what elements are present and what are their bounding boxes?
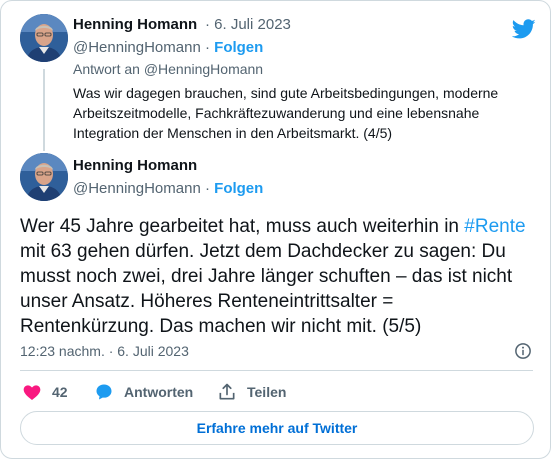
author-handle[interactable]: @HenningHomann [73, 180, 201, 197]
reply-bubble-icon [96, 384, 112, 400]
author-name[interactable]: Henning Homann [73, 157, 197, 174]
hashtag-link[interactable]: #Rente [464, 216, 525, 237]
reply-to-label[interactable]: Antwort an @HenningHomann [73, 61, 263, 77]
divider [20, 370, 533, 371]
tweet-embed-card: Henning Homann · 6. Juli 2023 @HenningHo… [0, 0, 551, 459]
info-icon[interactable] [514, 342, 532, 360]
author-name[interactable]: Henning Homann [73, 16, 197, 33]
tweet-text-part: mit 63 gehen dürfen. Jetzt dem Dachdecke… [20, 241, 513, 337]
share-action[interactable]: Teilen [217, 382, 286, 402]
handle-row: @HenningHomann · Folgen [73, 180, 263, 197]
share-icon [219, 383, 235, 400]
follow-button[interactable]: Folgen [214, 39, 263, 56]
tweet-date[interactable]: · 6. Juli 2023 [205, 16, 291, 33]
reply-tweet-text: Was wir dagegen brauchen, sind gute Arbe… [73, 85, 499, 141]
twitter-bird-icon[interactable] [512, 17, 536, 41]
heart-icon [23, 385, 41, 400]
separator-dot: · [200, 180, 215, 197]
author-handle[interactable]: @HenningHomann [73, 39, 201, 56]
tweet-timestamp[interactable]: 12:23 nachm. · 6. Juli 2023 [20, 343, 189, 359]
avatar[interactable] [20, 14, 68, 62]
separator-dot: · [200, 39, 215, 56]
reply-label: Antworten [124, 384, 194, 400]
thread-connector-line [43, 69, 45, 151]
tweet-text-part: Wer 45 Jahre gearbeitet hat, muss auch w… [20, 216, 465, 237]
avatar[interactable] [20, 153, 68, 201]
main-tweet-text: Wer 45 Jahre gearbeitet hat, muss auch w… [20, 214, 530, 339]
like-count: 42 [52, 384, 68, 400]
learn-more-button[interactable]: Erfahre mehr auf Twitter [20, 411, 534, 445]
handle-row: @HenningHomann · Folgen [73, 39, 263, 56]
follow-button[interactable]: Folgen [214, 180, 263, 197]
like-action[interactable]: 42 [22, 382, 68, 402]
reply-action[interactable]: Antworten [94, 382, 193, 402]
share-label: Teilen [247, 384, 287, 400]
